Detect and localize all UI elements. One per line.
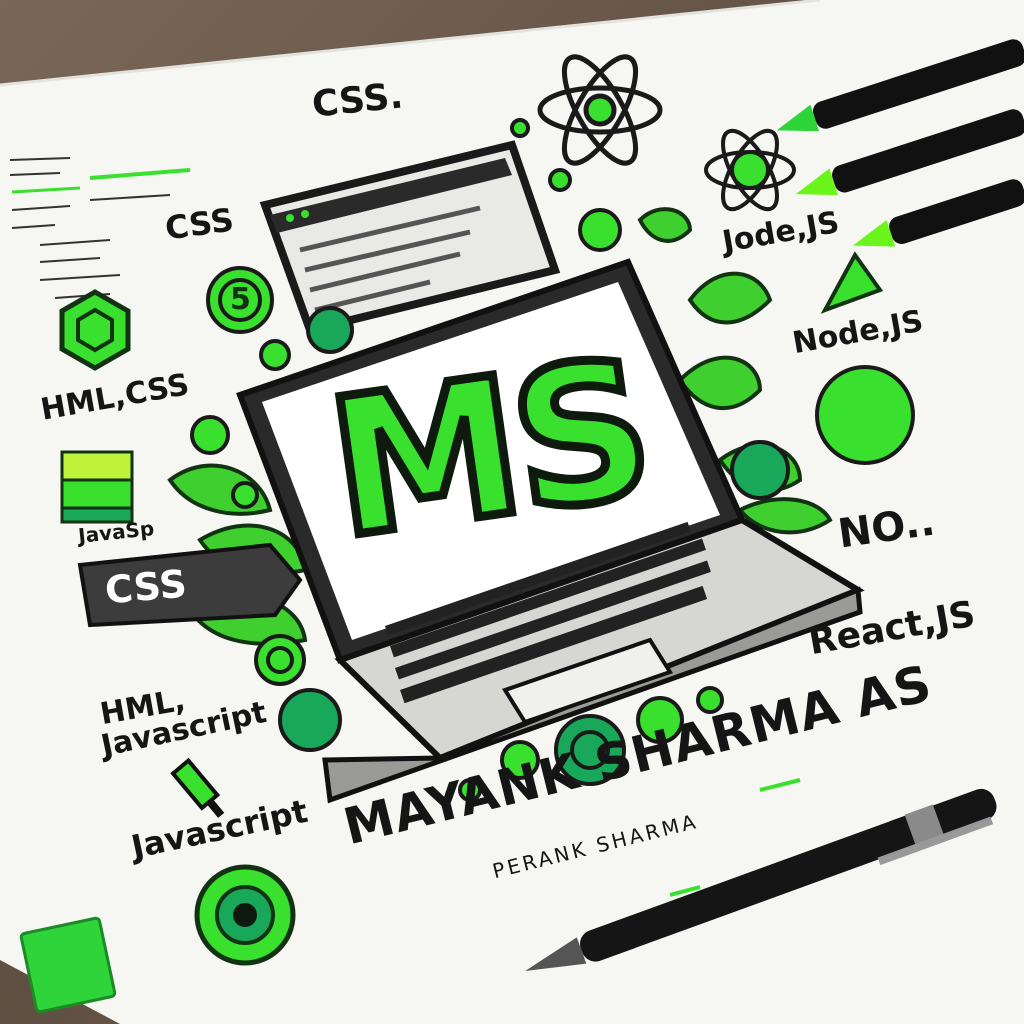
hex-badge [59, 289, 131, 371]
coin-5: 5 [230, 282, 251, 317]
swirl-icon [194, 864, 296, 966]
ms-logo: MS [313, 314, 664, 586]
css-tag-label: CSS [103, 561, 189, 613]
sticky-note [19, 916, 117, 1014]
layered-blocks [60, 450, 134, 524]
illustration-scene: CSS. CSS HML,CSS JavaSp CSS HML, Javascr… [0, 0, 1024, 1024]
